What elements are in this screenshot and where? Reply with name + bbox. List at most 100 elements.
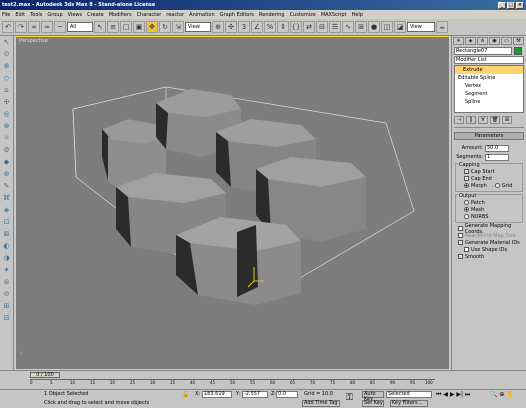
menu-reactor[interactable]: reactor: [166, 12, 184, 18]
configure-modifier-sets-icon[interactable]: ⊞: [502, 116, 512, 124]
select-object-icon[interactable]: ↖: [94, 21, 106, 33]
set-key-button[interactable]: Set Key: [362, 400, 384, 407]
material-editor-icon[interactable]: ●: [368, 21, 380, 33]
gen-matids-checkbox[interactable]: ✓: [458, 240, 463, 245]
menu-create[interactable]: Create: [87, 12, 104, 18]
utilities-tab-icon[interactable]: ⚒: [513, 37, 524, 45]
ref-coord-dropdown[interactable]: View: [185, 22, 211, 32]
tool-20-icon[interactable]: ✦: [1, 266, 12, 275]
remove-modifier-icon[interactable]: 🗑: [490, 116, 500, 124]
tool-5-icon[interactable]: ⌂: [1, 86, 12, 95]
add-time-tag-button[interactable]: Add Time Tag: [302, 400, 340, 407]
pivot-center-icon[interactable]: ⊕: [212, 21, 224, 33]
tool-15-icon[interactable]: ◈: [1, 206, 12, 215]
unlink-icon[interactable]: ≈: [41, 21, 53, 33]
layer-manager-icon[interactable]: ☰: [329, 21, 341, 33]
menu-graph-editors[interactable]: Graph Editors: [220, 12, 254, 18]
tool-23-icon[interactable]: ⊞: [1, 302, 12, 311]
snap-toggle-icon[interactable]: 3: [238, 21, 250, 33]
curve-editor-icon[interactable]: ∿: [342, 21, 354, 33]
percent-snap-icon[interactable]: %: [264, 21, 276, 33]
lock-selection-icon[interactable]: 🔒: [182, 391, 189, 398]
tool-4-icon[interactable]: ◇: [1, 74, 12, 83]
tool-3-icon[interactable]: ⊕: [1, 62, 12, 71]
select-and-rotate-icon[interactable]: ↻: [159, 21, 171, 33]
render-scene-icon[interactable]: ◫: [381, 21, 393, 33]
stack-item-vertex[interactable]: Vertex: [455, 82, 523, 90]
menu-group[interactable]: Group: [47, 12, 62, 18]
time-slider[interactable]: 0 / 100: [30, 372, 60, 378]
named-selection-icon[interactable]: {}: [290, 21, 302, 33]
mesh-radio[interactable]: [464, 207, 469, 212]
maximize-button[interactable]: □: [507, 1, 515, 9]
tool-11-icon[interactable]: ◆: [1, 158, 12, 167]
smooth-checkbox[interactable]: ✓: [458, 254, 463, 259]
menu-character[interactable]: Character: [137, 12, 162, 18]
viewport-nav-icon[interactable]: 🔍 ⊕ ✋: [490, 391, 514, 398]
track-bar[interactable]: 0 5 10 15 20 25 30 35 40 45 50 55 60 65 …: [30, 379, 435, 389]
select-by-name-icon[interactable]: ≡: [107, 21, 119, 33]
auto-key-button[interactable]: Auto Key: [362, 391, 384, 402]
key-icon[interactable]: ⚿: [346, 393, 353, 403]
tool-6-icon[interactable]: ✣: [1, 98, 12, 107]
menu-edit[interactable]: Edit: [15, 12, 25, 18]
amount-spinner[interactable]: 50.0: [485, 144, 509, 152]
schematic-view-icon[interactable]: ⊞: [355, 21, 367, 33]
undo-icon[interactable]: ↶: [2, 21, 14, 33]
modifier-list-dropdown[interactable]: Modifier List: [454, 56, 524, 64]
tool-2-icon[interactable]: ⊙: [1, 50, 12, 59]
select-and-move-icon[interactable]: ✥: [146, 21, 158, 33]
menu-tools[interactable]: Tools: [30, 12, 42, 18]
tool-10-icon[interactable]: ⚙: [1, 146, 12, 155]
menu-animation[interactable]: Animation: [189, 12, 215, 18]
show-end-result-icon[interactable]: ‖: [466, 116, 476, 124]
stack-item-segment[interactable]: Segment: [455, 90, 523, 98]
cap-end-checkbox[interactable]: ✓: [464, 176, 469, 181]
region-select-icon[interactable]: □: [120, 21, 132, 33]
tool-24-icon[interactable]: ⊟: [1, 314, 12, 323]
tool-12-icon[interactable]: ⊛: [1, 170, 12, 179]
link-icon[interactable]: ∞: [28, 21, 40, 33]
create-tab-icon[interactable]: ✳: [453, 37, 464, 45]
make-unique-icon[interactable]: ∀: [478, 116, 488, 124]
realworld-checkbox[interactable]: [458, 233, 463, 238]
angle-snap-icon[interactable]: ∠: [251, 21, 263, 33]
select-and-scale-icon[interactable]: ⇲: [172, 21, 184, 33]
menu-maxscript[interactable]: MAXScript: [321, 12, 347, 18]
align-icon[interactable]: ⊟: [316, 21, 328, 33]
patch-radio[interactable]: [464, 200, 469, 205]
menu-help[interactable]: Help: [351, 12, 362, 18]
menu-views[interactable]: Views: [68, 12, 82, 18]
perspective-viewport[interactable]: Perspective ⊥: [15, 36, 450, 370]
tool-18-icon[interactable]: ◐: [1, 242, 12, 251]
tool-13-icon[interactable]: ✎: [1, 182, 12, 191]
tool-22-icon[interactable]: ⊝: [1, 290, 12, 299]
selection-filter-dropdown[interactable]: All: [67, 22, 93, 32]
gen-mapping-checkbox[interactable]: [458, 226, 463, 231]
x-coord-field[interactable]: 183.619: [202, 391, 232, 398]
minimize-button[interactable]: _: [498, 1, 506, 9]
motion-tab-icon[interactable]: ◉: [489, 37, 500, 45]
window-crossing-icon[interactable]: ▣: [133, 21, 145, 33]
tool-9-icon[interactable]: ☼: [1, 134, 12, 143]
grid-radio[interactable]: [494, 183, 500, 188]
cap-start-checkbox[interactable]: ✓: [464, 169, 469, 174]
pin-stack-icon[interactable]: ⊣: [454, 116, 464, 124]
manipulate-icon[interactable]: ✣: [225, 21, 237, 33]
menu-modifiers[interactable]: Modifiers: [109, 12, 132, 18]
view-dropdown[interactable]: View: [407, 22, 435, 32]
nurbs-radio[interactable]: [464, 214, 469, 219]
key-mode-dropdown[interactable]: Selected: [386, 391, 432, 398]
z-coord-field[interactable]: 0.0: [276, 391, 298, 398]
bind-space-warp-icon[interactable]: ~: [54, 21, 66, 33]
tool-8-icon[interactable]: ⊗: [1, 122, 12, 131]
key-filters-button[interactable]: Key Filters...: [390, 400, 428, 407]
tool-7-icon[interactable]: ◎: [1, 110, 12, 119]
parameters-rollout[interactable]: Parameters: [454, 132, 524, 140]
hierarchy-tab-icon[interactable]: ⋔: [477, 37, 488, 45]
spinner-snap-icon[interactable]: ⇕: [277, 21, 289, 33]
modify-tab-icon[interactable]: ◈: [465, 37, 476, 45]
render-icon[interactable]: ☕: [436, 21, 448, 33]
redo-icon[interactable]: ↷: [15, 21, 27, 33]
quick-render-icon[interactable]: ◪: [394, 21, 406, 33]
